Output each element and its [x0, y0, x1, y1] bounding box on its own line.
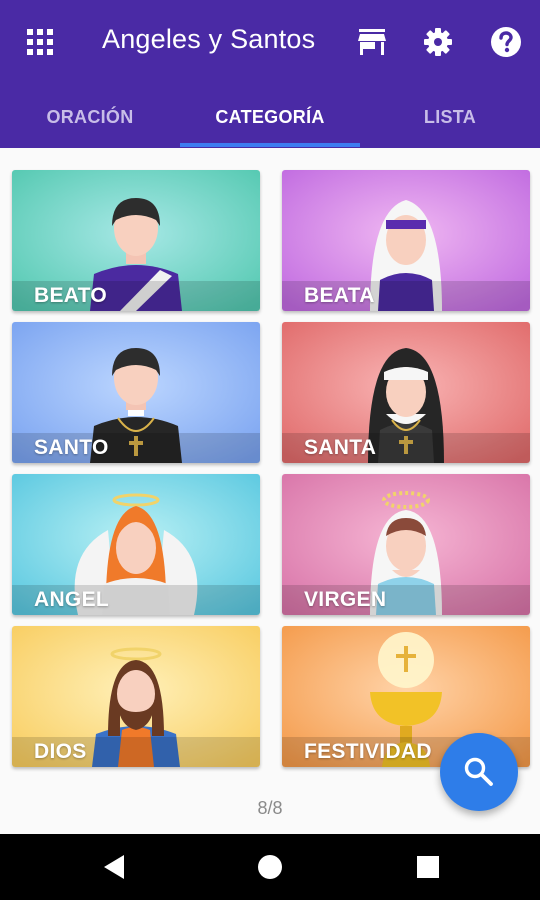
home-icon[interactable]	[255, 852, 285, 882]
toolbar: Angeles y Santos	[0, 0, 540, 86]
help-icon[interactable]	[486, 22, 526, 62]
category-card-virgen[interactable]: VIRGEN	[282, 474, 530, 615]
back-icon[interactable]	[99, 852, 129, 882]
category-grid: BEATO BEATA SANTO SANTA ANGEL VIRGEN DIO…	[0, 148, 540, 834]
category-card-santa[interactable]: SANTA	[282, 322, 530, 463]
category-card-beato[interactable]: BEATO	[12, 170, 260, 311]
category-card-beata[interactable]: BEATA	[282, 170, 530, 311]
tab-oracion[interactable]: ORACIÓN	[0, 86, 180, 148]
category-label: BEATO	[34, 284, 108, 307]
tab-categoria[interactable]: CATEGORÍA	[180, 86, 360, 148]
tab-lista[interactable]: LISTA	[360, 86, 540, 148]
tab-indicator	[180, 143, 360, 147]
category-label: VIRGEN	[304, 588, 387, 611]
recents-icon[interactable]	[413, 852, 443, 882]
category-label: BEATA	[304, 284, 375, 307]
system-nav-bar	[0, 834, 540, 900]
app-title: Angeles y Santos	[102, 24, 316, 54]
category-label: DIOS	[34, 740, 87, 763]
settings-gear-icon[interactable]	[418, 22, 458, 62]
category-card-santo[interactable]: SANTO	[12, 322, 260, 463]
category-label: SANTA	[304, 436, 377, 459]
search-fab-button[interactable]	[440, 733, 518, 811]
grid-menu-icon[interactable]	[20, 22, 60, 62]
store-icon[interactable]	[352, 22, 392, 62]
category-label: FESTIVIDAD	[304, 740, 432, 763]
category-card-angel[interactable]: ANGEL	[12, 474, 260, 615]
category-card-dios[interactable]: DIOS	[12, 626, 260, 767]
tab-bar: ORACIÓN CATEGORÍA LISTA	[0, 86, 540, 148]
search-icon	[464, 757, 493, 786]
category-label: ANGEL	[34, 588, 109, 611]
category-label: SANTO	[34, 436, 109, 459]
app-bar: Angeles y Santos ORACIÓN CATEGORÍA LISTA	[0, 0, 540, 148]
